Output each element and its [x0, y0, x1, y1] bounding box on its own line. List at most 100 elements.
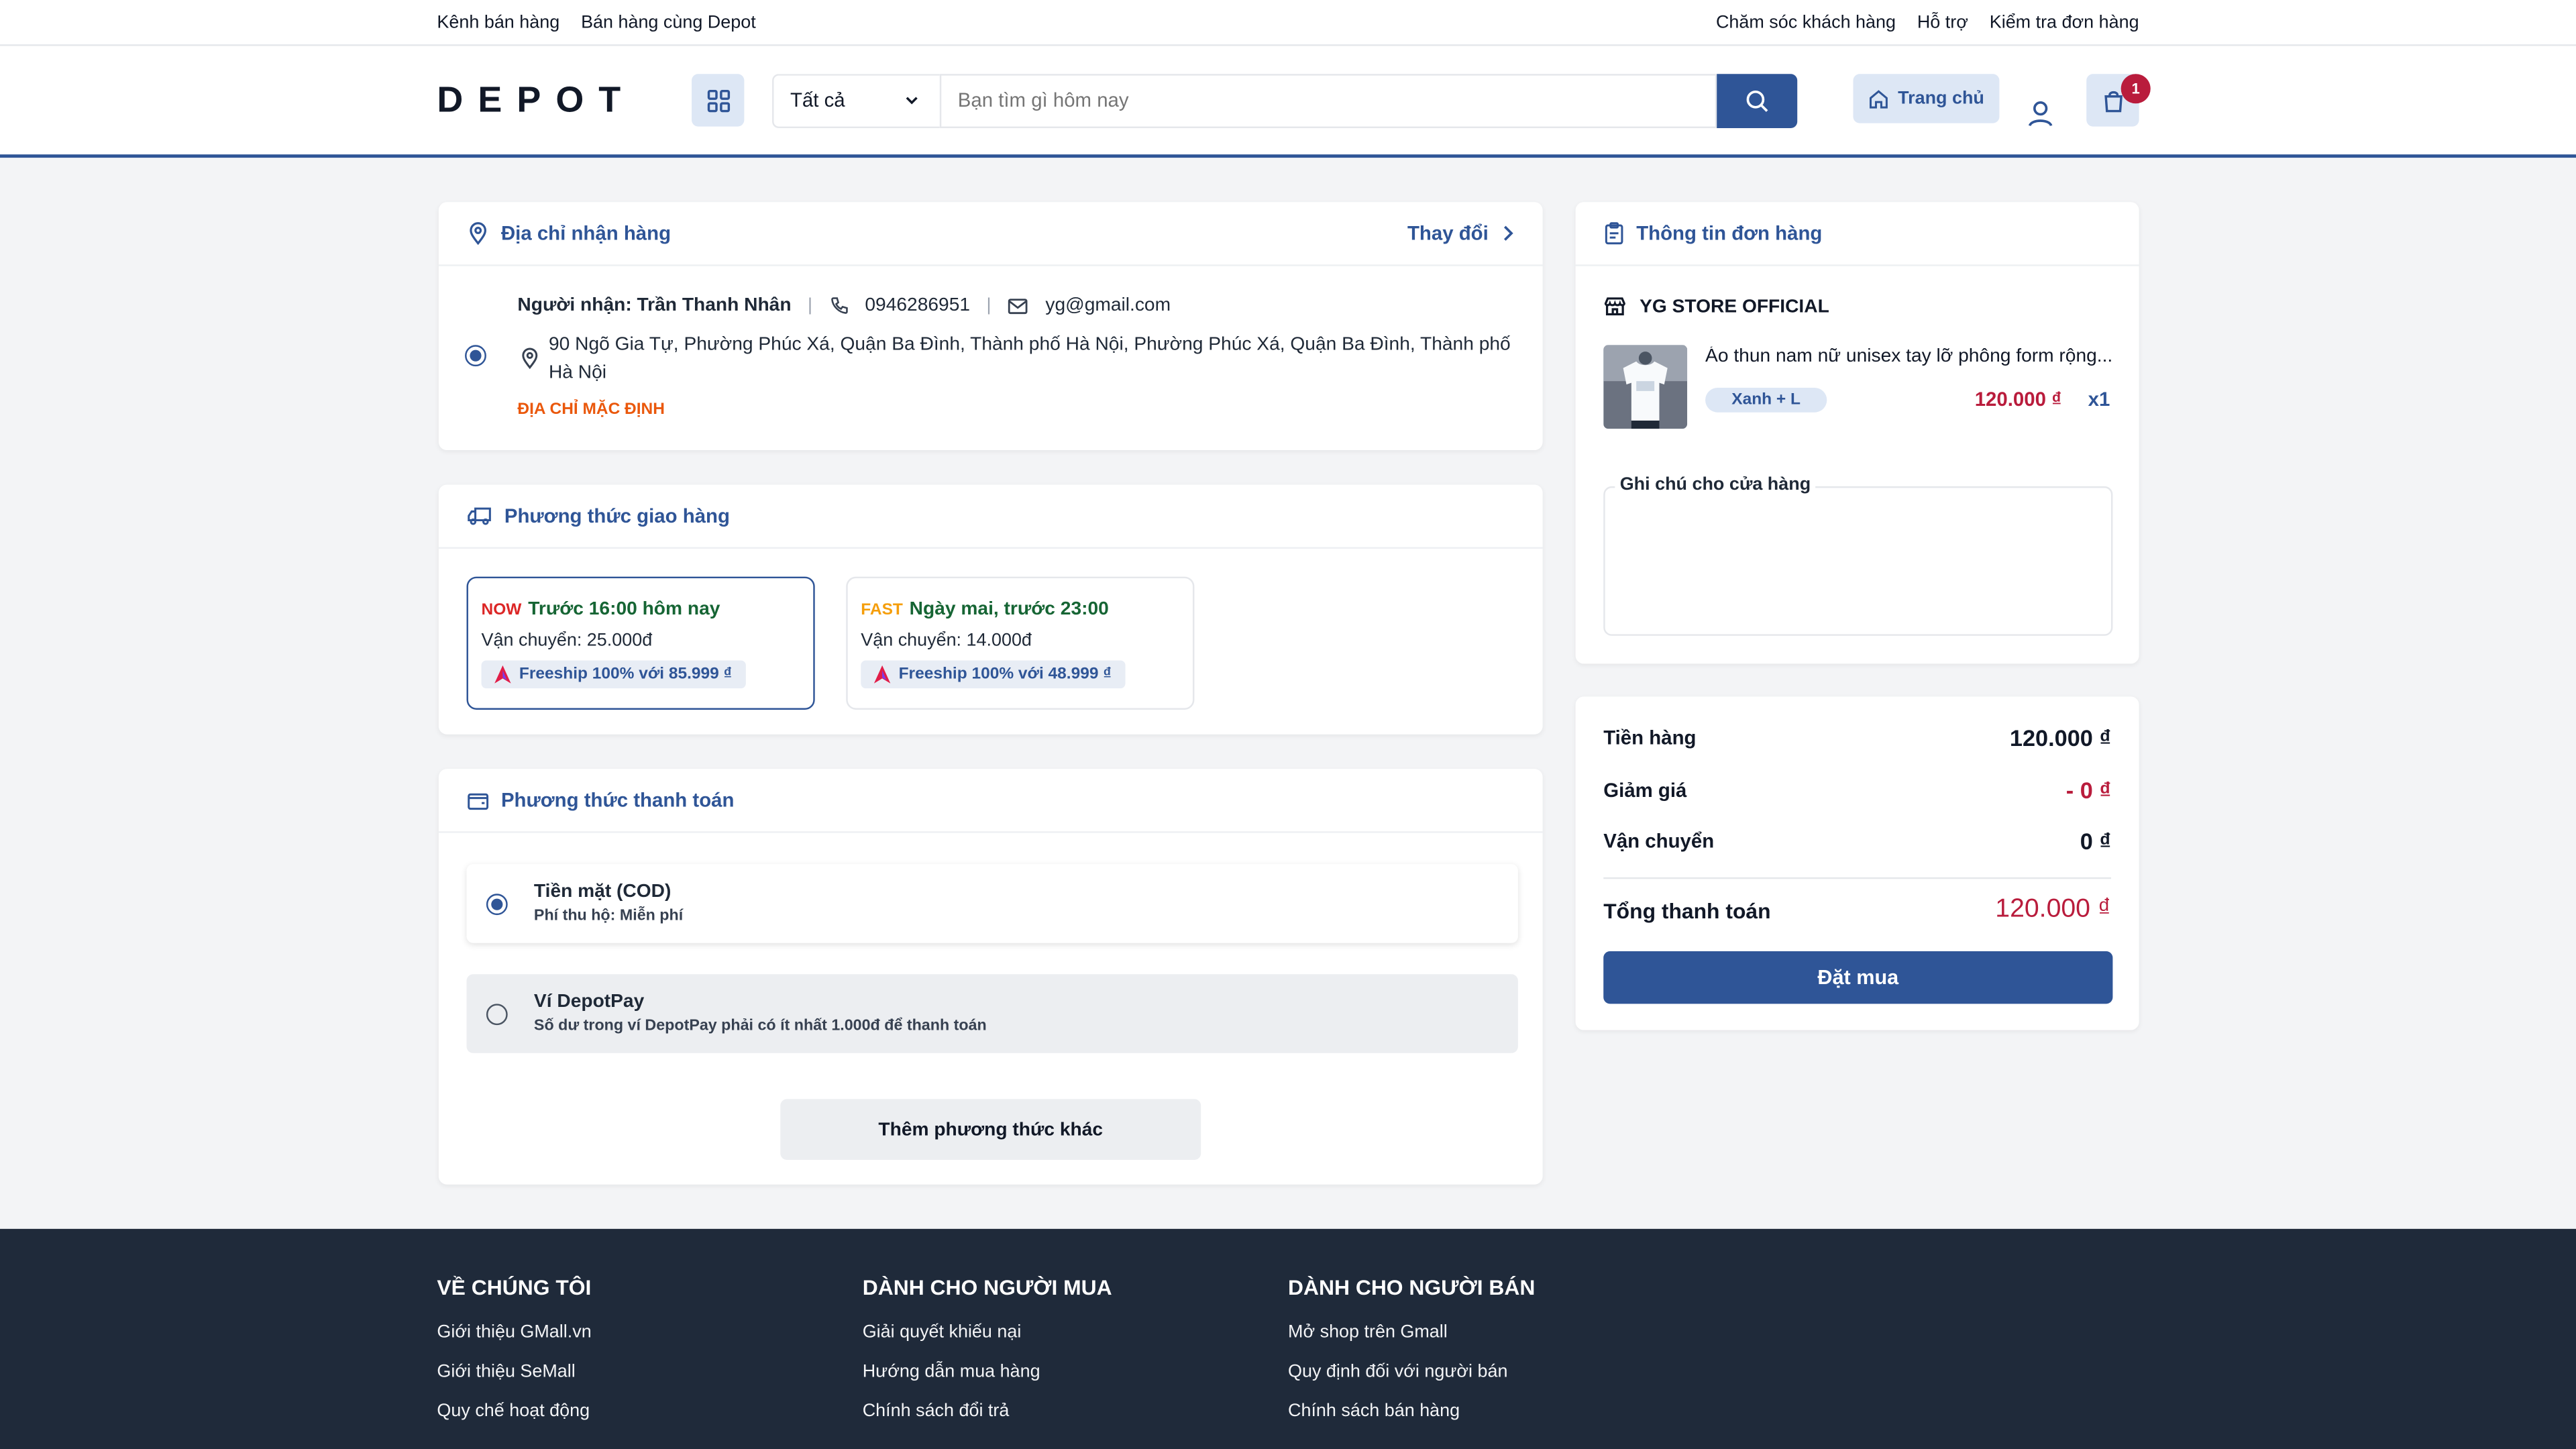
category-grid-button[interactable]: [692, 74, 745, 127]
summary-row-shipping: Vận chuyển 0 ₫: [1603, 828, 2111, 854]
home-button-label: Trang chủ: [1898, 89, 1984, 109]
address-card-title: Địa chỉ nhận hàng: [500, 221, 672, 245]
recipient-name: Người nhận: Trần Thanh Nhân: [517, 295, 792, 316]
payment-sub: Phí thu hộ: Miễn phí: [533, 906, 684, 925]
grid-icon: [706, 89, 729, 112]
product-qty: x1: [2088, 387, 2110, 411]
wallet-icon: [468, 792, 489, 809]
payment-option-cod[interactable]: Tiền mặt (COD) Phí thu hộ: Miễn phí: [466, 864, 1518, 943]
summary-row-subtotal: Tiền hàng 120.000 ₫: [1603, 724, 2111, 751]
order-info-title: Thông tin đơn hàng: [1636, 221, 1823, 245]
address-radio[interactable]: [465, 345, 486, 367]
checkout-page: Kênh bán hàng Bán hàng cùng Depot Chăm s…: [0, 0, 2576, 1449]
footer-link[interactable]: Giải quyết khiếu nại: [863, 1322, 1112, 1342]
summary-value: 120.000 ₫: [2009, 724, 2111, 751]
freeship-label: Freeship 100% với 85.999 ₫: [519, 665, 733, 684]
payment-card-title: Phương thức thanh toán: [500, 788, 735, 812]
footer-col-about: VỀ CHÚNG TÔI Giới thiệu GMall.vn Giới th…: [437, 1275, 591, 1440]
sell-channel-link[interactable]: Kênh bán hàng: [437, 12, 559, 32]
product-name[interactable]: Áo thun nam nữ unisex tay lỡ phông form …: [1705, 347, 2116, 366]
check-order-link[interactable]: Kiểm tra đơn hàng: [1990, 12, 2139, 32]
separator: |: [808, 295, 813, 316]
recipient-email: yg@gmail.com: [1045, 295, 1171, 316]
truck-icon: [468, 507, 491, 525]
footer-link[interactable]: Hướng dẫn mua hàng: [863, 1362, 1112, 1381]
phone-icon: [830, 297, 847, 314]
separator: |: [986, 295, 991, 316]
sell-with-depot-link[interactable]: Bán hàng cùng Depot: [581, 12, 756, 32]
summary-label: Giảm giá: [1603, 778, 1687, 802]
order-info-header: Thông tin đơn hàng: [1575, 202, 2139, 266]
footer: VỀ CHÚNG TÔI Giới thiệu GMall.vn Giới th…: [0, 1228, 2576, 1449]
clipboard-icon: [1605, 222, 1623, 245]
footer-link[interactable]: Chính sách đổi trả: [863, 1401, 1112, 1421]
search-bar: Tất cả: [772, 72, 1798, 127]
summary-value: 0 ₫: [2080, 828, 2111, 855]
summary-card: Tiền hàng 120.000 ₫ Giảm giá - 0 ₫ Vận c…: [1575, 696, 2139, 1030]
address-card: Địa chỉ nhận hàng Thay đổi Người nhận: T…: [438, 202, 1543, 451]
store-name: YG STORE OFFICIAL: [1640, 297, 1829, 317]
shipping-card-header: Phương thức giao hàng: [438, 484, 1543, 549]
customer-care-link[interactable]: Chăm sóc khách hàng: [1716, 12, 1896, 32]
payment-title: Ví DepotPay: [533, 992, 645, 1012]
footer-col-buyers: DÀNH CHO NGƯỜI MUA Giải quyết khiếu nại …: [863, 1275, 1112, 1440]
more-payment-methods-button[interactable]: Thêm phương thức khác: [780, 1099, 1201, 1160]
payment-card-header: Phương thức thanh toán: [438, 769, 1543, 833]
store-row[interactable]: YG STORE OFFICIAL: [1603, 296, 1829, 317]
store-icon: [1604, 297, 1625, 316]
payment-radio-cod[interactable]: [486, 893, 508, 914]
user-icon: [2028, 101, 2053, 127]
total-label: Tổng thanh toán: [1603, 898, 1771, 923]
address-line-2: Hà Nội: [548, 363, 607, 383]
home-icon: [1870, 89, 1888, 108]
recipient-row: Người nhận: Trần Thanh Nhân | 0946286951…: [517, 296, 1171, 315]
category-select[interactable]: Tất cả: [772, 72, 940, 127]
support-link[interactable]: Hỗ trợ: [1917, 12, 1968, 32]
location-pin-icon: [470, 222, 486, 245]
footer-link[interactable]: Chính sách bán hàng: [1288, 1401, 1535, 1421]
footer-link[interactable]: Mở shop trên Gmall: [1288, 1322, 1535, 1342]
product-image[interactable]: [1603, 345, 1688, 429]
address-line-1: 90 Ngõ Gia Tự, Phường Phúc Xá, Quận Ba Đ…: [548, 335, 1511, 355]
search-button[interactable]: [1717, 72, 1798, 127]
main-header: DEPOT Tất cả Trang chủ 1: [0, 46, 2576, 158]
variant-badge: Xanh + L: [1705, 387, 1827, 413]
top-bar: Kênh bán hàng Bán hàng cùng Depot Chăm s…: [0, 0, 2576, 46]
payment-sub: Số dư trong ví DepotPay phải có ít nhất …: [533, 1016, 987, 1035]
freeship-label: Freeship 100% với 48.999 ₫: [898, 665, 1112, 684]
change-address-label: Thay đổi: [1407, 221, 1489, 245]
footer-link[interactable]: Giới thiệu SeMall: [437, 1362, 591, 1381]
payment-card: Phương thức thanh toán Tiền mặt (COD) Ph…: [438, 769, 1543, 1185]
search-icon: [1746, 89, 1768, 111]
footer-link[interactable]: Quy định đối với người bán: [1288, 1362, 1535, 1381]
summary-label: Tiền hàng: [1603, 726, 1697, 749]
email-icon: [1008, 298, 1028, 313]
store-note-label: Ghi chú cho cửa hàng: [1615, 474, 1816, 495]
summary-divider: [1603, 877, 2111, 879]
order-info-card: Thông tin đơn hàng YG STORE OFFICIAL Áo …: [1575, 202, 2139, 664]
shipping-card: Phương thức giao hàng NOW Trước 16:00 hôm…: [438, 484, 1543, 735]
change-address-link[interactable]: Thay đổi: [1407, 222, 1515, 245]
shipping-option-fast[interactable]: FAST Ngày mai, trước 23:00 Vận chuyển: 14…: [846, 576, 1195, 710]
freeship-badge: Freeship 100% với 85.999 ₫: [481, 660, 745, 689]
payment-option-depotpay[interactable]: Ví DepotPay Số dư trong ví DepotPay phải…: [466, 974, 1518, 1053]
summary-label: Vận chuyển: [1603, 829, 1715, 853]
depot-logo[interactable]: DEPOT: [437, 79, 683, 122]
home-button[interactable]: Trang chủ: [1853, 74, 2000, 123]
address-card-header: Địa chỉ nhận hàng Thay đổi: [438, 202, 1543, 266]
account-button[interactable]: [2026, 99, 2055, 136]
freeship-logo-icon: [494, 665, 511, 684]
shipping-title: Trước 16:00 hôm nay: [528, 599, 720, 620]
footer-link[interactable]: Quy chế hoạt động: [437, 1401, 591, 1421]
chevron-down-icon: [906, 97, 918, 105]
payment-radio-depotpay[interactable]: [486, 1003, 508, 1024]
category-select-value: Tất cả: [790, 89, 845, 112]
search-input[interactable]: [939, 72, 1717, 127]
store-note-field[interactable]: Ghi chú cho cửa hàng: [1603, 474, 2113, 636]
place-order-button[interactable]: Đặt mua: [1603, 951, 2113, 1004]
footer-col-title: DÀNH CHO NGƯỜI MUA: [862, 1275, 1112, 1300]
shipping-tag: FAST: [861, 601, 903, 620]
freeship-logo-icon: [873, 665, 891, 684]
footer-link[interactable]: Giới thiệu GMall.vn: [437, 1322, 591, 1342]
shipping-option-now[interactable]: NOW Trước 16:00 hôm nay Vận chuyển: 25.00…: [466, 576, 815, 710]
